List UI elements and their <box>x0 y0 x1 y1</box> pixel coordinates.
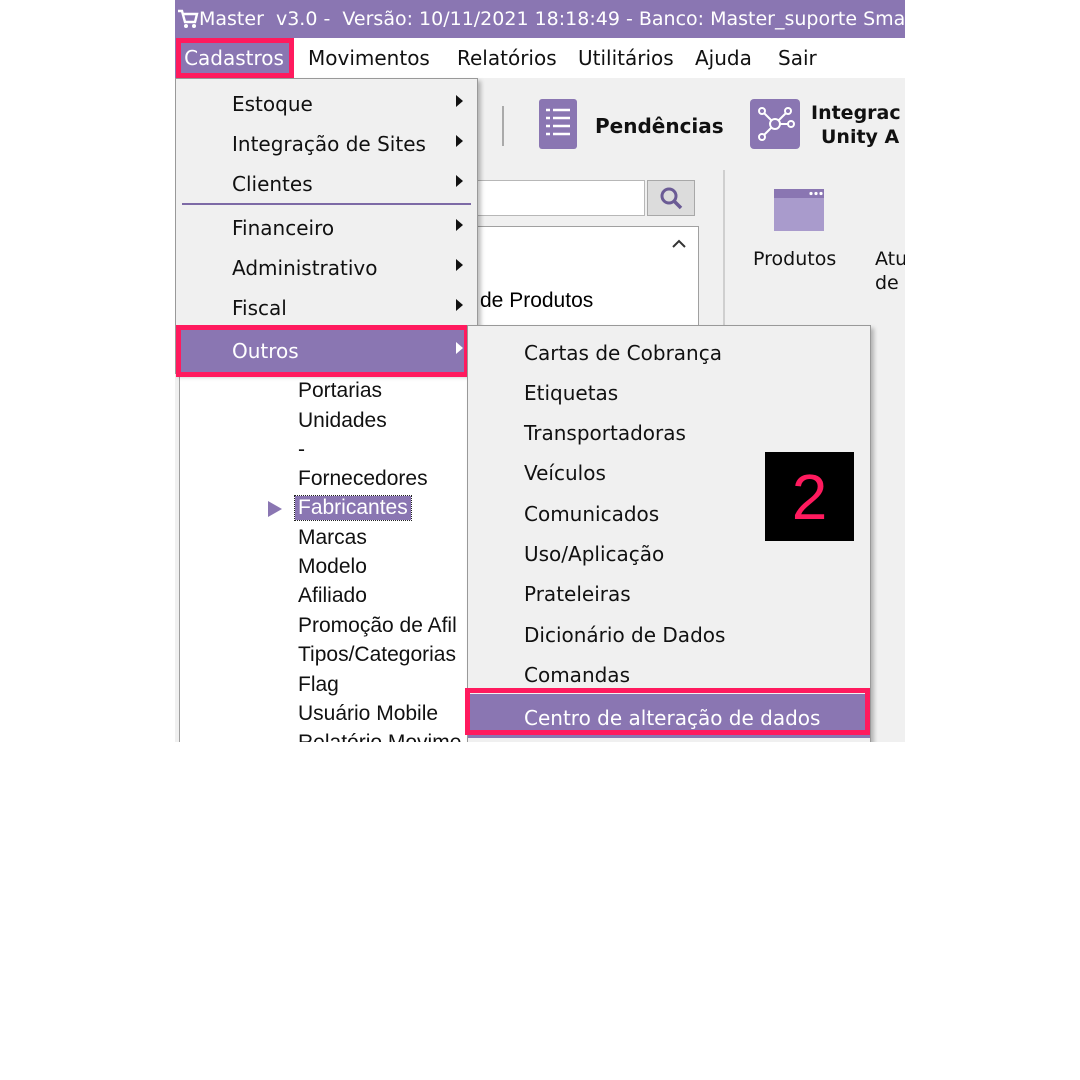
search-button[interactable] <box>647 180 695 216</box>
scroll-up-icon[interactable] <box>672 233 686 252</box>
submenu-item-uso-aplicacao[interactable]: Uso/Aplicação <box>468 537 870 573</box>
integracao-label-line1[interactable]: Integrac <box>811 102 901 124</box>
submenu-arrow-icon <box>456 95 463 107</box>
menu-utilitarios[interactable]: Utilitários <box>578 38 674 78</box>
integracao-icon[interactable] <box>749 98 801 150</box>
menu-item-fiscal[interactable]: Fiscal <box>176 291 477 327</box>
menu-ajuda[interactable]: Ajuda <box>695 38 752 78</box>
submenu-arrow-icon <box>456 259 463 271</box>
tree-item-marcas[interactable]: Marcas <box>298 526 367 550</box>
tree-item-fornecedores[interactable]: Fornecedores <box>298 467 428 491</box>
highlight-centro-alteracao <box>465 688 870 735</box>
menu-sair[interactable]: Sair <box>778 38 817 78</box>
tree-pointer-icon <box>268 501 282 521</box>
cart-icon <box>177 9 199 29</box>
app-window: Master v3.0 - Versão: 10/11/2021 18:18:4… <box>175 0 905 742</box>
menu-movimentos[interactable]: Movimentos <box>308 38 430 78</box>
search-icon <box>660 187 683 210</box>
menu-relatorios[interactable]: Relatórios <box>457 38 557 78</box>
highlight-outros <box>176 325 469 377</box>
menu-item-clientes[interactable]: Clientes <box>176 167 477 203</box>
submenu-arrow-icon <box>456 135 463 147</box>
submenu-item-prateleiras[interactable]: Prateleiras <box>468 577 870 613</box>
atualizacao-label-line2[interactable]: de <box>875 272 899 294</box>
menu-item-administrativo[interactable]: Administrativo <box>176 251 477 287</box>
tree-item-flag[interactable]: Flag <box>298 673 339 697</box>
tree-item-unidades[interactable]: Unidades <box>298 409 387 433</box>
tree-item-fabricantes[interactable]: Fabricantes <box>294 495 412 521</box>
tree-item-modelo[interactable]: Modelo <box>298 555 367 579</box>
tree-item-dash[interactable]: - <box>298 438 305 462</box>
produtos-label[interactable]: Produtos <box>753 248 836 270</box>
tree-item-portarias[interactable]: Portarias <box>298 379 382 403</box>
submenu-item-cartas-cobranca[interactable]: Cartas de Cobrança <box>468 336 870 372</box>
submenu-item-transportadoras[interactable]: Transportadoras <box>468 416 870 452</box>
menu-separator <box>182 203 471 205</box>
tree-item-tipos[interactable]: Tipos/Categorias <box>298 643 456 667</box>
tree-item-relatorio[interactable]: Relatório Movime <box>298 731 461 742</box>
window-title: Master v3.0 - Versão: 10/11/2021 18:18:4… <box>199 8 905 30</box>
tree-item-usuario-mobile[interactable]: Usuário Mobile <box>298 702 438 726</box>
pendencias-label[interactable]: Pendências <box>595 114 724 138</box>
submenu-arrow-icon <box>456 219 463 231</box>
tree-item-promocao[interactable]: Promoção de Afil <box>298 614 457 638</box>
submenu-arrow-icon <box>456 299 463 311</box>
step-number-badge: 2 <box>765 452 854 541</box>
submenu-item-etiquetas[interactable]: Etiquetas <box>468 376 870 412</box>
integracao-label-line2[interactable]: Unity A <box>821 126 899 148</box>
atualizacao-label-line1[interactable]: Atu <box>875 248 905 270</box>
submenu-item-dicionario-dados[interactable]: Dicionário de Dados <box>468 618 870 654</box>
tree-item-produtos[interactable]: de Produtos <box>480 289 593 313</box>
pendencias-icon[interactable] <box>538 98 578 150</box>
menu-item-integracao-sites[interactable]: Integração de Sites <box>176 127 477 163</box>
toolbar-divider <box>502 106 504 146</box>
title-bar: Master v3.0 - Versão: 10/11/2021 18:18:4… <box>175 0 905 38</box>
menu-item-financeiro[interactable]: Financeiro <box>176 211 477 247</box>
highlight-cadastros <box>176 38 294 78</box>
menu-item-estoque[interactable]: Estoque <box>176 87 477 123</box>
produtos-icon[interactable] <box>773 188 825 232</box>
tree-item-afiliado[interactable]: Afiliado <box>298 584 367 608</box>
submenu-arrow-icon <box>456 175 463 187</box>
